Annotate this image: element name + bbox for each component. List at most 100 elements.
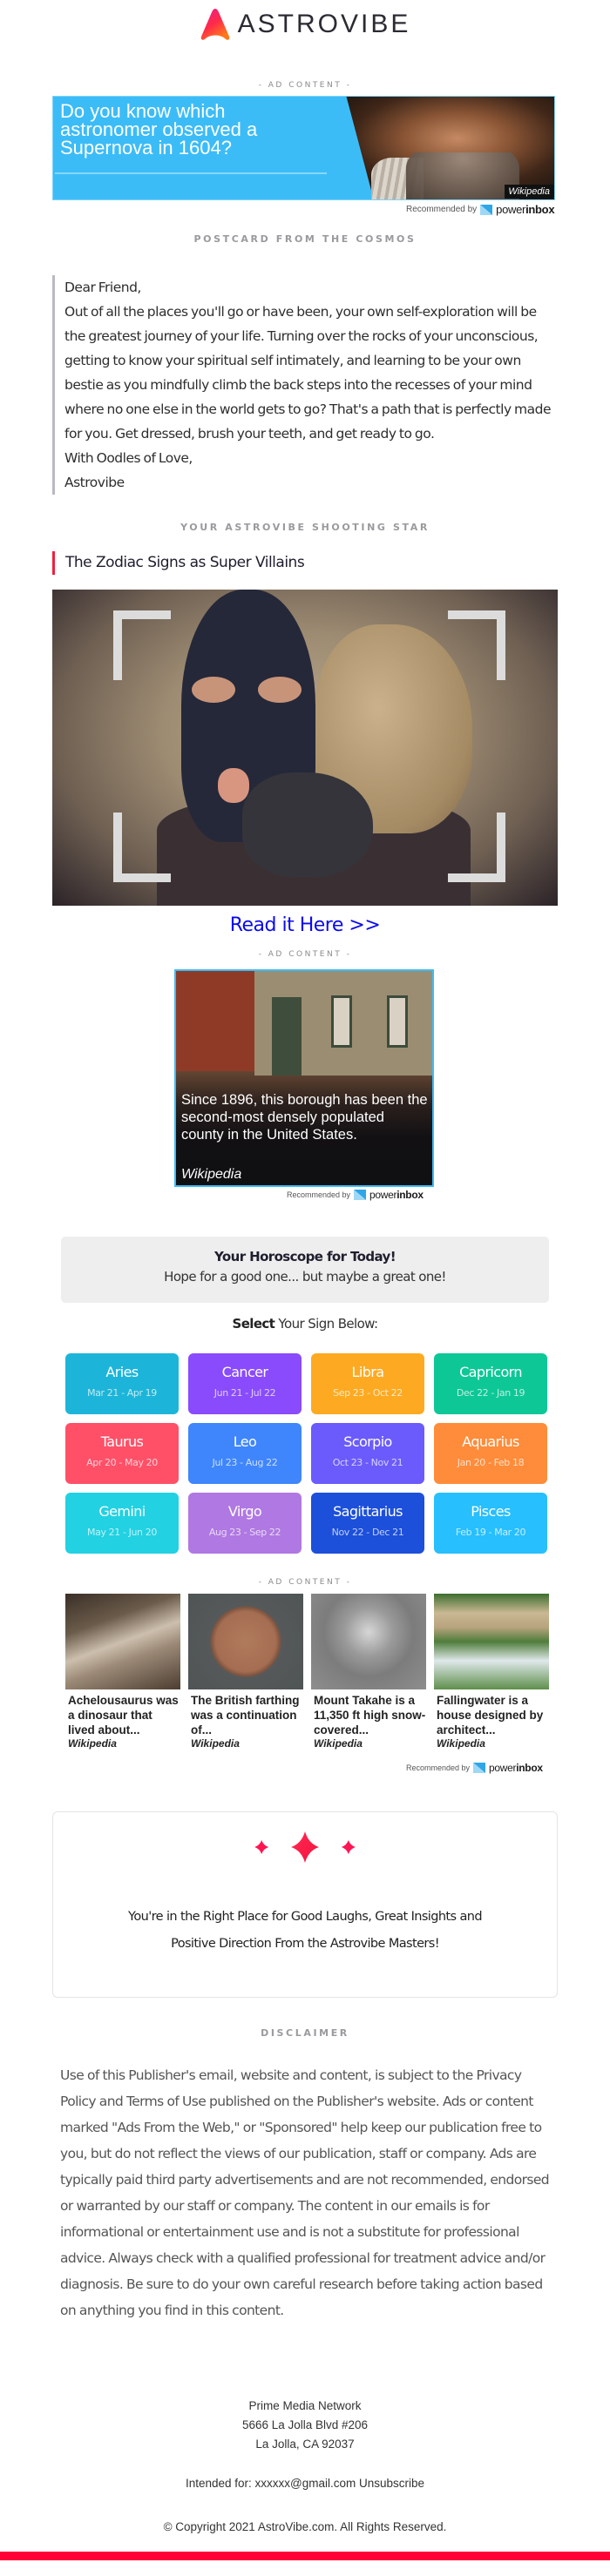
recommended-by-label: Recommended by — [406, 1763, 471, 1772]
recipient-email-link[interactable]: xxxxxx@gmail.com — [255, 2477, 356, 2490]
sign-button-libra[interactable]: Libra Sep 23 - Oct 22 — [311, 1353, 424, 1414]
sign-dates: Sep 23 - Oct 22 — [333, 1387, 403, 1399]
ad-image-window — [387, 995, 408, 1048]
brand-name: ASTROVIBE — [237, 10, 411, 38]
footer-company: Prime Media Network — [248, 2399, 362, 2412]
hero-eye-left — [192, 677, 235, 703]
ad-image-fallingwater — [434, 1594, 549, 1689]
recommended-by-label: Recommended by — [406, 205, 478, 214]
sign-button-taurus[interactable]: Taurus Apr 20 - May 20 — [65, 1423, 179, 1484]
ad-content-label: - AD CONTENT - — [258, 81, 352, 90]
ad-image-window — [331, 995, 352, 1048]
sign-name: Libra — [351, 1364, 385, 1380]
postcard-signoff: With Oodles of Love, — [64, 450, 193, 466]
recommended-by-label: Recommended by — [287, 1190, 351, 1199]
ad-image-dinosaur-skull — [65, 1594, 180, 1689]
sign-name: Capricorn — [459, 1364, 522, 1380]
brand-logo[interactable]: ASTROVIBE — [0, 5, 610, 44]
ad-image-brick-building — [176, 971, 254, 1071]
ad-row-title: Achelousaurus was a dinosaur that lived … — [68, 1694, 179, 1736]
footer-address-line-1: 5666 La Jolla Blvd #206 — [241, 2418, 369, 2431]
astrovibe-logo-icon — [200, 9, 229, 40]
sparkle-stars-icon — [254, 1831, 356, 1863]
sign-dates: Jan 20 - Feb 18 — [457, 1457, 525, 1468]
select-sign-label: Select Your Sign Below: — [232, 1316, 379, 1332]
sign-button-pisces[interactable]: Pisces Feb 19 - Mar 20 — [434, 1493, 547, 1554]
powerinbox-icon — [480, 204, 493, 215]
sign-button-aries[interactable]: Aries Mar 21 - Apr 19 — [65, 1353, 179, 1414]
tagline-line-1: You're in the Right Place for Good Laugh… — [128, 1910, 483, 1924]
frame-corner-bottom-left — [113, 813, 171, 882]
recommended-by-powerinbox[interactable]: Recommended by powerinbox — [287, 1189, 424, 1201]
powerinbox-wordmark: powerinbox — [496, 203, 555, 216]
ad-row-item[interactable]: Achelousaurus was a dinosaur that lived … — [65, 1594, 180, 1750]
sign-dates: Mar 21 - Apr 19 — [87, 1387, 157, 1399]
ad-image-townhouse — [254, 971, 432, 1076]
ad-row-source: Wikipedia — [191, 1737, 240, 1750]
sign-name: Taurus — [100, 1433, 144, 1450]
ad-row-item[interactable]: Fallingwater is a house designed by arch… — [434, 1594, 549, 1750]
frame-corner-top-left — [113, 610, 171, 680]
ad-row-title: Fallingwater is a house designed by arch… — [437, 1694, 544, 1736]
article-hero-image[interactable] — [52, 590, 558, 906]
footer-accent-bar — [0, 2552, 610, 2560]
middle-ad-text: Since 1896, this borough has been the se… — [181, 1092, 428, 1143]
sign-button-cancer[interactable]: Cancer Jun 21 - Jul 22 — [188, 1353, 302, 1414]
shooting-star-section-title: YOUR ASTROVIBE SHOOTING STAR — [180, 522, 430, 533]
top-ad-divider — [55, 172, 327, 174]
top-ad-headline: Do you know which astronomer observed a … — [60, 100, 258, 158]
zodiac-sign-grid: Aries Mar 21 - Apr 19 Cancer Jun 21 - Jul … — [65, 1353, 547, 1554]
read-it-here-link[interactable]: Read it Here >> — [0, 914, 610, 936]
top-ad-source: Wikipedia — [505, 185, 553, 199]
sign-button-virgo[interactable]: Virgo Aug 23 - Sep 22 — [188, 1493, 302, 1554]
horoscope-title: Your Horoscope for Today! — [214, 1249, 396, 1264]
article-headline[interactable]: The Zodiac Signs as Super Villains — [52, 551, 305, 575]
sign-dates: Apr 20 - May 20 — [86, 1457, 158, 1468]
middle-ad-card[interactable]: Since 1896, this borough has been the se… — [174, 969, 434, 1187]
hero-glove — [242, 772, 373, 877]
sign-name: Pisces — [471, 1503, 511, 1520]
hero-mouth — [218, 768, 249, 803]
sign-dates: Jul 23 - Aug 22 — [212, 1457, 278, 1468]
ad-content-label: - AD CONTENT - — [258, 950, 352, 959]
sign-button-sagittarius[interactable]: Sagittarius Nov 22 - Dec 21 — [311, 1493, 424, 1554]
tagline-text: You're in the Right Place for Good Laugh… — [53, 1904, 557, 1958]
sign-name: Cancer — [221, 1364, 268, 1380]
sign-name: Scorpio — [343, 1433, 392, 1450]
recommended-by-powerinbox[interactable]: Recommended by powerinbox — [406, 203, 555, 216]
sign-dates: Nov 22 - Dec 21 — [331, 1527, 404, 1538]
ad-image-mount-takahe — [311, 1594, 426, 1689]
sign-button-capricorn[interactable]: Capricorn Dec 22 - Jan 19 — [434, 1353, 547, 1414]
powerinbox-wordmark: powerinbox — [369, 1189, 424, 1201]
postcard-letter: Dear Friend, Out of all the places you'l… — [52, 275, 558, 495]
ad-row-item[interactable]: Mount Takahe is a 11,350 ft high snow-co… — [311, 1594, 426, 1750]
sign-button-aquarius[interactable]: Aquarius Jan 20 - Feb 18 — [434, 1423, 547, 1484]
ad-image-door — [272, 997, 302, 1076]
disclaimer-title: DISCLAIMER — [261, 2027, 349, 2039]
sign-button-gemini[interactable]: Gemini May 21 - Jun 20 — [65, 1493, 179, 1554]
sign-button-scorpio[interactable]: Scorpio Oct 23 - Nov 21 — [311, 1423, 424, 1484]
tagline-card: You're in the Right Place for Good Laugh… — [52, 1811, 558, 1998]
middle-ad-source: Wikipedia — [181, 1167, 242, 1182]
unsubscribe-link[interactable]: Unsubscribe — [359, 2477, 424, 2490]
disclaimer-text: Use of this Publisher's email, website a… — [60, 2067, 550, 2318]
ad-row-title: Mount Takahe is a 11,350 ft high snow-co… — [314, 1694, 426, 1736]
powerinbox-wordmark: powerinbox — [489, 1762, 543, 1774]
ad-row-item[interactable]: The British farthing was a continuation … — [188, 1594, 303, 1750]
sign-dates: Jun 21 - Jul 22 — [214, 1387, 276, 1399]
sign-button-leo[interactable]: Leo Jul 23 - Aug 22 — [188, 1423, 302, 1484]
sign-name: Aquarius — [462, 1433, 519, 1450]
sign-name: Sagittarius — [333, 1503, 403, 1520]
sign-dates: May 21 - Jun 20 — [87, 1527, 157, 1538]
frame-corner-bottom-right — [448, 813, 505, 882]
ad-row-source: Wikipedia — [314, 1737, 363, 1750]
footer-copyright: © Copyright 2021 AstroVibe.com. All Righ… — [163, 2520, 447, 2533]
postcard-signature: Astrovibe — [64, 475, 125, 490]
top-ad-banner[interactable]: Do you know which astronomer observed a … — [52, 96, 555, 200]
tagline-line-2: Positive Direction From the Astrovibe Ma… — [171, 1937, 439, 1951]
sign-name: Gemini — [98, 1503, 146, 1520]
intended-for-label: Intended for: — [185, 2477, 252, 2490]
recommended-by-powerinbox[interactable]: Recommended by powerinbox — [406, 1762, 543, 1774]
footer-address: Prime Media Network 5666 La Jolla Blvd #… — [0, 2397, 610, 2454]
ad-image-farthing-coin — [188, 1594, 303, 1689]
